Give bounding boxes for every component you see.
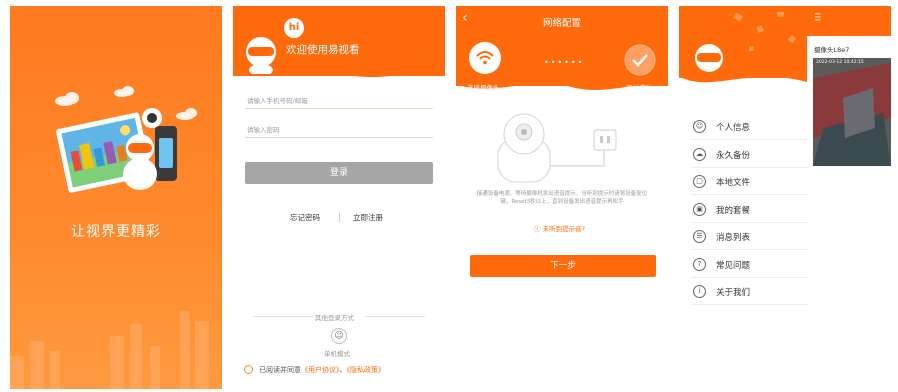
hamburger-icon[interactable]: ─ ─ ─ — [815, 11, 825, 26]
splash-illustration — [10, 86, 209, 389]
step2-label: 添加成功 — [626, 84, 652, 92]
menu-item-label: 本地文件 — [716, 178, 751, 188]
cloud-icon: ☁ — [693, 147, 706, 161]
login-screen: hi 欢迎使用易视看 请输入手机号码/邮箱 请输入密码 登录 忘记密码 立即注册… — [233, 6, 445, 389]
standalone-mode-icon[interactable]: ☺ — [331, 328, 347, 344]
next-button[interactable]: 下一步 — [470, 255, 656, 277]
password-placeholder: 请输入密码 — [247, 126, 280, 134]
password-field[interactable]: 请输入密码 — [245, 120, 433, 138]
mascot-icon — [246, 37, 276, 74]
login-button[interactable]: 登录 — [245, 162, 433, 184]
hint-link-label: 未听到提示音? — [542, 225, 586, 233]
divider — [253, 316, 313, 317]
divider — [339, 213, 340, 222]
check-icon — [624, 44, 656, 76]
message-icon: ☰ — [693, 230, 706, 243]
menu-item[interactable]: ? 常见问题 — [691, 252, 807, 278]
menu-item[interactable]: ☁ 永久备份 — [691, 142, 807, 168]
agreement-separator: 、 — [339, 366, 347, 374]
menu-item[interactable]: ▣ 我的套餐 — [691, 197, 807, 223]
info-icon: i — [693, 285, 706, 298]
camera-title: 摄像头L8e7 — [814, 46, 850, 54]
hi-badge: hi — [284, 18, 304, 38]
menu-item-label: 常见问题 — [716, 260, 751, 271]
menu-item[interactable]: ☰ 消息列表 — [691, 224, 807, 250]
phone-placeholder: 请输入手机号码/邮箱 — [247, 97, 308, 105]
menu-item-label: 个人信息 — [716, 123, 751, 133]
forgot-password-link[interactable]: 忘记密码 — [290, 212, 320, 223]
menu-decoration — [679, 12, 807, 83]
user-agreement-link[interactable]: 《用户协议》 — [301, 366, 340, 374]
network-config-screen: ‹ 网络配置 •••••• 连接摄像头 添加成功 接通设备电源，等待摄像机发出语… — [456, 6, 668, 389]
warning-icon: ⓘ — [534, 225, 543, 233]
camera-illustration — [497, 113, 617, 183]
menu-item-label: 永久备份 — [716, 150, 751, 161]
folder-icon: □ — [693, 175, 706, 188]
menu-item-label: 消息列表 — [716, 233, 751, 243]
agreement-prefix: 已阅读并同意 — [259, 366, 301, 374]
camera-thumbnail[interactable]: 2022-03-12 10:42:15 — [813, 58, 891, 166]
menu-item[interactable]: i 关于我们 — [691, 279, 807, 305]
menu-screen: ─ ─ ─ 摄像头L8e7 2022-03-12 10:42:15 ☺ 个人信息 ☁ 永久… — [679, 6, 891, 389]
splash-slogan: 让视界更精彩 — [71, 224, 161, 240]
welcome-title: 欢迎使用易视看 — [286, 44, 360, 56]
network-title: 网络配置 — [542, 18, 581, 29]
instruction-text: 接通设备电源，等待摄像机发出语音提示，当听到提示时请将设备复位键，Reset3秒… — [476, 191, 648, 205]
step1-label: 连接摄像头 — [467, 84, 500, 92]
camera-timestamp: 2022-03-12 10:42:15 — [816, 60, 864, 65]
divider — [365, 316, 425, 317]
standalone-mode-label: 单机模式 — [324, 350, 350, 358]
hint-link[interactable]: ⓘ 未听到提示音? — [534, 223, 585, 233]
menu-item-label: 我的套餐 — [716, 205, 751, 216]
progress-dots: •••••• — [544, 58, 585, 67]
question-icon: ? — [693, 257, 706, 271]
menu-item[interactable]: □ 本地文件 — [691, 169, 807, 195]
user-icon: ☺ — [693, 120, 706, 133]
privacy-policy-link[interactable]: 《隐私政策》 — [347, 366, 386, 374]
menu-item-label: 关于我们 — [716, 288, 751, 298]
wifi-icon — [469, 42, 501, 74]
register-link[interactable]: 立即注册 — [353, 212, 383, 223]
camera-feed-image — [813, 58, 891, 166]
agreement-text: 已阅读并同意《用户协议》、《隐私政策》 — [259, 365, 385, 375]
splash-screen: 让视界更精彩 — [10, 6, 222, 389]
menu-item[interactable]: ☺ 个人信息 — [691, 114, 807, 140]
other-login-label: 其他登录方式 — [315, 314, 354, 322]
phone-field[interactable]: 请输入手机号码/邮箱 — [245, 91, 433, 109]
cart-icon: ▣ — [693, 202, 706, 216]
agreement-checkbox[interactable] — [244, 365, 253, 374]
city-skyline — [10, 311, 209, 389]
